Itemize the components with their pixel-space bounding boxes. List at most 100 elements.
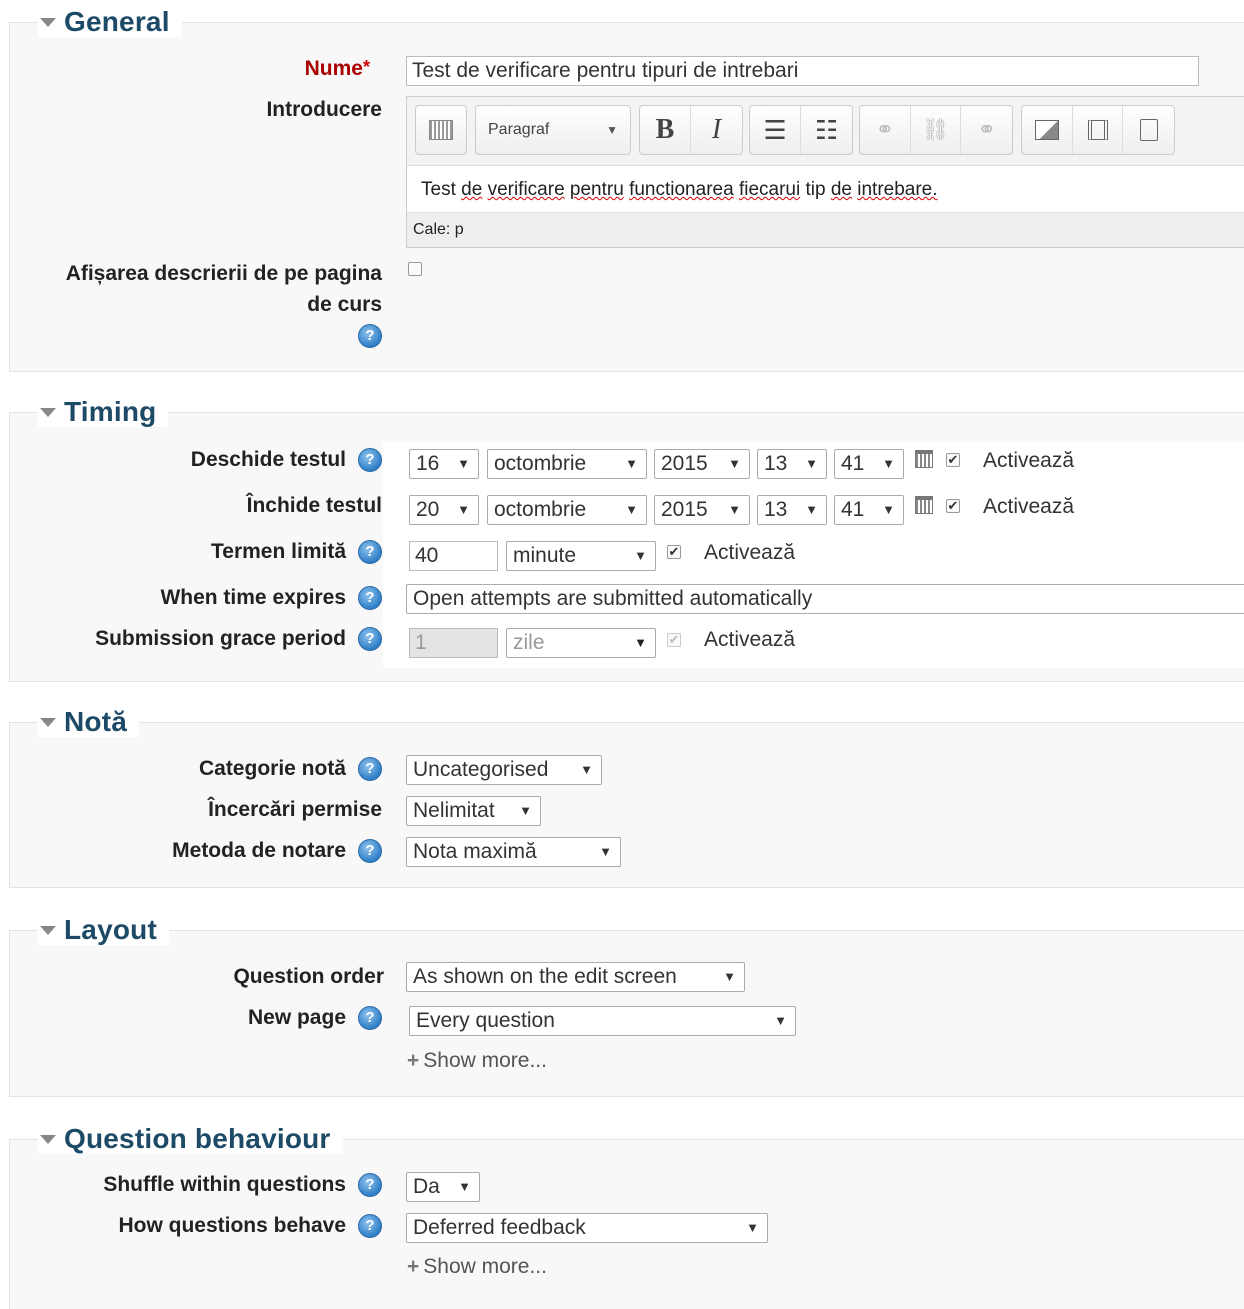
when-expires-label: When time expires [160,586,346,609]
close-enable-checkbox[interactable]: ✔ [946,499,960,513]
behaviour-show-more-link[interactable]: + Show more... [407,1255,547,1279]
calendar-icon[interactable] [915,496,933,514]
dropdown-arrow-icon: ▼ [774,1013,787,1028]
time-limit-enable-label: Activează [704,541,796,564]
show-description-checkbox[interactable] [408,262,422,276]
close-day-select[interactable]: 20 ▼ [409,495,479,525]
help-icon[interactable]: ? [358,1214,382,1238]
section-layout-header[interactable]: Layout [38,914,169,945]
name-label-text: Nume [304,57,363,80]
dropdown-arrow-icon: ▼ [723,969,736,984]
question-order-select[interactable]: As shown on the edit screen ▼ [406,962,745,992]
grace-period-enable-checkbox[interactable]: ✔ [667,633,681,647]
section-question-behaviour-header[interactable]: Question behaviour [38,1123,343,1154]
section-timing-header[interactable]: Timing [38,396,169,427]
open-year-select[interactable]: 2015 ▼ [654,449,750,479]
required-star-icon: * [362,57,370,77]
dropdown-arrow-icon: ▼ [457,456,470,471]
bold-button[interactable]: B [640,106,692,154]
editor-content[interactable]: Test de verificare pentru functionarea f… [421,179,938,201]
select-value: 13 [764,452,788,475]
anchor-link-icon: ⚭ [977,117,996,142]
help-icon[interactable]: ? [358,324,382,348]
help-icon[interactable]: ? [358,586,382,610]
link-button[interactable]: ⚭ [860,106,911,154]
image-button[interactable] [1022,106,1073,154]
close-minute-select[interactable]: 41 ▼ [834,495,904,525]
help-icon[interactable]: ? [358,839,382,863]
grace-period-input[interactable]: 1 [409,628,498,658]
close-month-select[interactable]: octombrie ▼ [487,495,647,525]
collapse-triangle-icon [40,17,56,27]
grace-period-label: Submission grace period [95,627,346,650]
bullet-list-button[interactable]: ☰ [750,106,802,154]
toolbar-toggle-button[interactable] [416,106,466,154]
open-hour-select[interactable]: 13 ▼ [757,449,827,479]
grading-method-select[interactable]: Nota maximă ▼ [406,837,621,867]
new-page-label: New page [247,1006,346,1029]
section-general-header[interactable]: General [38,6,182,37]
select-value: minute [513,544,577,567]
new-page-select[interactable]: Every question ▼ [409,1006,796,1036]
calendar-icon[interactable] [915,450,933,468]
help-icon[interactable]: ? [358,448,382,472]
dropdown-arrow-icon: ▼ [805,456,818,471]
how-questions-behave-select[interactable]: Deferred feedback ▼ [406,1213,768,1243]
help-icon[interactable]: ? [358,540,382,564]
open-enable-checkbox[interactable]: ✔ [946,453,960,467]
toolbar-group-lists: ☰ ☷ [749,105,853,155]
collapse-triangle-icon [40,925,56,935]
when-expires-select[interactable]: Open attempts are submitted automaticall… [406,584,1244,614]
toolbar-toggle-icon [429,120,453,140]
numbered-list-button[interactable]: ☷ [801,106,852,154]
italic-button[interactable]: I [691,106,742,154]
help-icon[interactable]: ? [358,1006,382,1030]
open-day-select[interactable]: 16 ▼ [409,449,479,479]
grace-period-unit-select[interactable]: zile ▼ [506,628,656,658]
open-quiz-label: Deschide testul [190,448,346,471]
dropdown-arrow-icon: ▼ [457,502,470,517]
help-icon[interactable]: ? [358,757,382,781]
attempts-allowed-select[interactable]: Nelimitat ▼ [406,796,541,826]
name-input[interactable]: Test de verificare pentru tipuri de intr… [406,56,1199,86]
intro-label: Introducere [266,98,382,121]
select-value: Open attempts are submitted automaticall… [413,587,813,610]
close-year-select[interactable]: 2015 ▼ [654,495,750,525]
section-title: Notă [64,706,128,737]
intro-editor: Paragraf ▼ B I ☰ ☷ ⚭ ⛓ ⚭ Test de verific… [406,96,1244,248]
select-value: 13 [764,498,788,521]
open-month-select[interactable]: octombrie ▼ [487,449,647,479]
help-icon[interactable]: ? [358,627,382,651]
select-value: 16 [416,452,440,475]
section-title: General [64,6,170,37]
unlink-button[interactable]: ⛓ [911,106,962,154]
paragraph-format-select[interactable]: Paragraf ▼ [476,106,630,154]
dropdown-arrow-icon: ▼ [599,844,612,859]
name-label: Nume* [305,57,370,81]
dropdown-arrow-icon: ▼ [882,456,895,471]
time-limit-unit-select[interactable]: minute ▼ [506,541,656,571]
toolbar-group-format: Paragraf ▼ [475,105,631,155]
content-word: intrebare. [857,179,938,200]
layout-show-more-link[interactable]: + Show more... [407,1049,547,1073]
dropdown-arrow-icon: ▼ [519,803,532,818]
grade-category-label: Categorie notă [198,757,346,780]
editor-path: Cale: p [407,212,1244,247]
select-value: 41 [841,498,865,521]
select-value: 20 [416,498,440,521]
plus-icon: + [407,1255,420,1278]
grade-category-select[interactable]: Uncategorised ▼ [406,755,602,785]
open-minute-select[interactable]: 41 ▼ [834,449,904,479]
section-grade-header[interactable]: Notă [38,706,140,737]
film-icon [1087,120,1108,140]
shuffle-select[interactable]: Da ▼ [406,1172,480,1202]
time-limit-enable-checkbox[interactable]: ✔ [667,545,681,559]
toolbar-group-style: B I [639,105,743,155]
paste-button[interactable] [1123,106,1174,154]
time-limit-input[interactable]: 40 [409,541,498,571]
help-icon[interactable]: ? [358,1173,382,1197]
anchor-button[interactable]: ⚭ [961,106,1012,154]
close-hour-select[interactable]: 13 ▼ [757,495,827,525]
content-word: tip [805,179,826,200]
media-button[interactable] [1073,106,1124,154]
